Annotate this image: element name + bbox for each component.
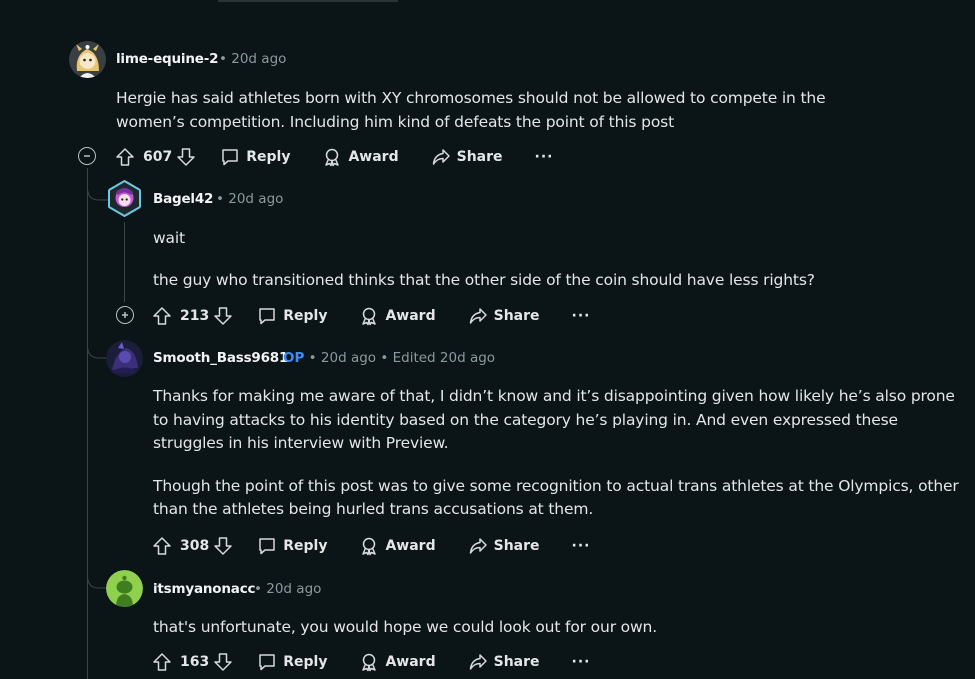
downvote-button[interactable] [213, 536, 233, 556]
comment-paragraph: Though the point of this post was to giv… [153, 476, 959, 519]
dark-avatar-icon [106, 340, 143, 377]
comment-meta-text: • 20d ago • Edited 20d ago [308, 350, 496, 366]
comment-actions: 163 Reply Award Share ··· [152, 648, 591, 676]
speech-bubble-icon [259, 654, 275, 671]
share-label: Share [493, 308, 540, 324]
comment-body: Hergie has said athletes born with XY ch… [116, 87, 896, 134]
downvote-button[interactable] [176, 147, 196, 167]
upvote-button[interactable] [152, 652, 172, 672]
comment-timestamp: OP • 20d ago • Edited 20d ago [283, 350, 495, 366]
reply-button[interactable]: Reply [257, 306, 327, 326]
comment-timestamp: • 20d ago [219, 51, 287, 67]
comment-author[interactable]: itsmyanonacc [153, 581, 256, 597]
award-ribbon-icon [362, 537, 377, 556]
share-label: Share [456, 149, 503, 165]
reply-button[interactable]: Reply [257, 652, 327, 672]
vote-count: 308 [180, 538, 210, 554]
vote-count: 213 [180, 308, 210, 324]
share-arrow-icon [469, 308, 487, 324]
award-ribbon-icon [362, 307, 377, 326]
thread-line-bagel [124, 222, 125, 302]
share-arrow-icon [432, 149, 450, 165]
downvote-arrow-icon [214, 653, 232, 671]
share-arrow-icon [469, 654, 487, 670]
share-arrow-icon [469, 538, 487, 554]
comment-paragraph: Hergie has said athletes born with XY ch… [116, 89, 826, 131]
share-button[interactable]: Share [468, 306, 540, 326]
avatar[interactable] [69, 41, 106, 78]
plus-icon [122, 312, 128, 318]
award-button[interactable]: Award [359, 306, 436, 326]
hexagon-avatar-icon [108, 180, 141, 217]
award-button[interactable]: Award [359, 536, 436, 556]
comment-paragraph: that's unfortunate, you would hope we co… [153, 618, 657, 636]
speech-bubble-icon [259, 308, 275, 325]
speech-bubble-icon [259, 538, 275, 555]
comment-body: wait the guy who transitioned thinks tha… [153, 227, 933, 293]
avatar[interactable] [106, 340, 143, 377]
upvote-button[interactable] [115, 147, 135, 167]
comment-author[interactable]: Smooth_Bass9681 [153, 350, 288, 366]
more-options-button[interactable]: ··· [572, 538, 591, 554]
award-label: Award [385, 538, 436, 554]
upvote-arrow-icon [116, 148, 134, 166]
upvote-button[interactable] [152, 306, 172, 326]
reply-label: Reply [283, 308, 328, 324]
comment-actions: 308 Reply Award Share ··· [152, 532, 591, 560]
comment-actions: 607 Reply Award Share ··· [115, 143, 554, 171]
reply-label: Reply [283, 654, 328, 670]
comment-body: Thanks for making me aware of that, I di… [153, 385, 961, 522]
award-ribbon-icon [325, 148, 340, 167]
comment-paragraph: Thanks for making me aware of that, I di… [153, 387, 955, 452]
share-label: Share [493, 538, 540, 554]
snoo-avatar-icon [106, 570, 143, 607]
avatar[interactable] [106, 570, 143, 607]
avatar[interactable] [106, 180, 143, 217]
award-ribbon-icon [362, 653, 377, 672]
reply-button[interactable]: Reply [257, 536, 327, 556]
award-label: Award [385, 308, 436, 324]
upvote-arrow-icon [153, 653, 171, 671]
downvote-arrow-icon [214, 307, 232, 325]
thread-line-root [87, 168, 88, 679]
anime-avatar-icon [69, 41, 106, 78]
award-button[interactable]: Award [322, 147, 399, 167]
expand-thread-button[interactable] [116, 306, 134, 324]
downvote-arrow-icon [214, 537, 232, 555]
more-options-button[interactable]: ··· [572, 308, 591, 324]
award-button[interactable]: Award [359, 652, 436, 672]
award-label: Award [348, 149, 399, 165]
share-button[interactable]: Share [468, 652, 540, 672]
upvote-arrow-icon [153, 537, 171, 555]
comment-paragraph: the guy who transitioned thinks that the… [153, 271, 815, 289]
op-badge: OP [283, 350, 305, 366]
vote-count: 163 [180, 654, 210, 670]
comment-paragraph: wait [153, 229, 185, 247]
speech-bubble-icon [222, 149, 238, 166]
comment-author[interactable]: Bagel42 [153, 191, 213, 207]
share-button[interactable]: Share [431, 147, 503, 167]
comment-actions: 213 Reply Award Share ··· [152, 302, 591, 330]
upvote-arrow-icon [153, 307, 171, 325]
downvote-button[interactable] [213, 652, 233, 672]
reply-button[interactable]: Reply [220, 147, 290, 167]
downvote-button[interactable] [213, 306, 233, 326]
upvote-button[interactable] [152, 536, 172, 556]
more-options-button[interactable]: ··· [535, 149, 554, 165]
comment-timestamp: • 20d ago [254, 581, 322, 597]
comment-timestamp: • 20d ago [216, 191, 284, 207]
reply-label: Reply [246, 149, 291, 165]
comment-author[interactable]: lime-equine-2 [116, 51, 219, 67]
collapse-thread-button[interactable] [78, 147, 96, 165]
more-options-button[interactable]: ··· [572, 654, 591, 670]
minus-icon [84, 155, 90, 157]
top-divider [218, 0, 398, 2]
downvote-arrow-icon [177, 148, 195, 166]
share-button[interactable]: Share [468, 536, 540, 556]
share-label: Share [493, 654, 540, 670]
comment-body: that's unfortunate, you would hope we co… [153, 616, 933, 640]
reply-label: Reply [283, 538, 328, 554]
vote-count: 607 [143, 149, 173, 165]
award-label: Award [385, 654, 436, 670]
